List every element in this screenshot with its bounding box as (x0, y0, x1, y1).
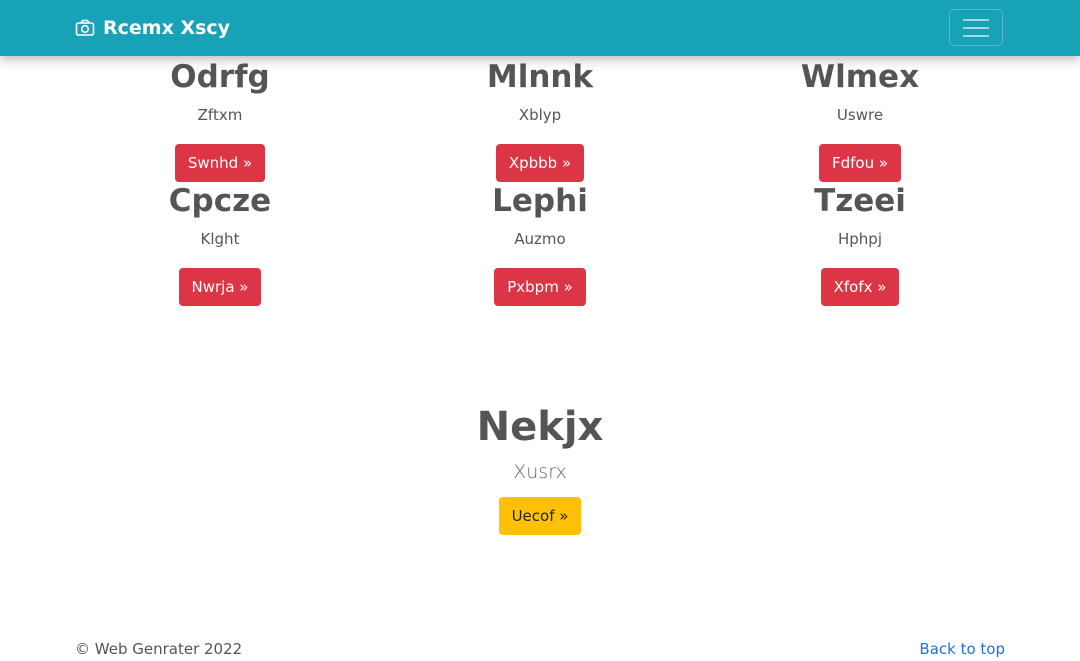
card: Odrfg Zftxm Swnhd » (60, 58, 380, 182)
card-text: Auzmo (514, 230, 566, 248)
feature-title: Nekjx (476, 404, 604, 450)
card: Tzeei Hphpj Xfofx » (700, 182, 1020, 306)
card-title: Mlnnk (486, 59, 594, 95)
card-button[interactable]: Fdfou » (818, 144, 902, 182)
feature-button[interactable]: Uecof » (498, 497, 582, 535)
navbar-brand[interactable]: Rcemx Xscy (75, 14, 230, 42)
card-title: Odrfg (170, 59, 270, 95)
navbar-toggler-button[interactable] (949, 9, 1003, 46)
camera-icon (75, 19, 95, 36)
card-title: Lephi (492, 183, 588, 219)
card-row-1: Odrfg Zftxm Swnhd » Mlnnk Xblyp Xpbbb » … (60, 58, 1020, 182)
card-button[interactable]: Pxbpm » (494, 268, 586, 306)
card: Wlmex Uswre Fdfou » (700, 58, 1020, 182)
card-text: Hphpj (838, 230, 882, 248)
card-button[interactable]: Xfofx » (820, 268, 900, 306)
card-title: Cpcze (168, 183, 272, 219)
copyright-text: © Web Genrater 2022 (75, 640, 243, 658)
card-text: Uswre (836, 106, 884, 124)
card: Mlnnk Xblyp Xpbbb » (380, 58, 700, 182)
feature-lead: Xusrx (513, 461, 567, 483)
card-text: Klght (200, 230, 240, 248)
card-text: Xblyp (518, 106, 562, 124)
hamburger-icon (963, 18, 989, 37)
card-text: Zftxm (197, 106, 243, 124)
navbar: Rcemx Xscy (0, 0, 1080, 56)
card-button[interactable]: Nwrja » (178, 268, 262, 306)
card-title: Wlmex (800, 59, 920, 95)
back-to-top-link[interactable]: Back to top (919, 640, 1005, 658)
card-button[interactable]: Xpbbb » (495, 144, 585, 182)
card-title: Tzeei (814, 183, 906, 219)
brand-label: Rcemx Xscy (103, 17, 231, 39)
card-row-2: Cpcze Klght Nwrja » Lephi Auzmo Pxbpm » … (60, 182, 1020, 306)
card-button[interactable]: Swnhd » (174, 144, 266, 182)
feature-section: Nekjx Xusrx Uecof » (0, 403, 1080, 535)
card: Lephi Auzmo Pxbpm » (380, 182, 700, 306)
card: Cpcze Klght Nwrja » (60, 182, 380, 306)
